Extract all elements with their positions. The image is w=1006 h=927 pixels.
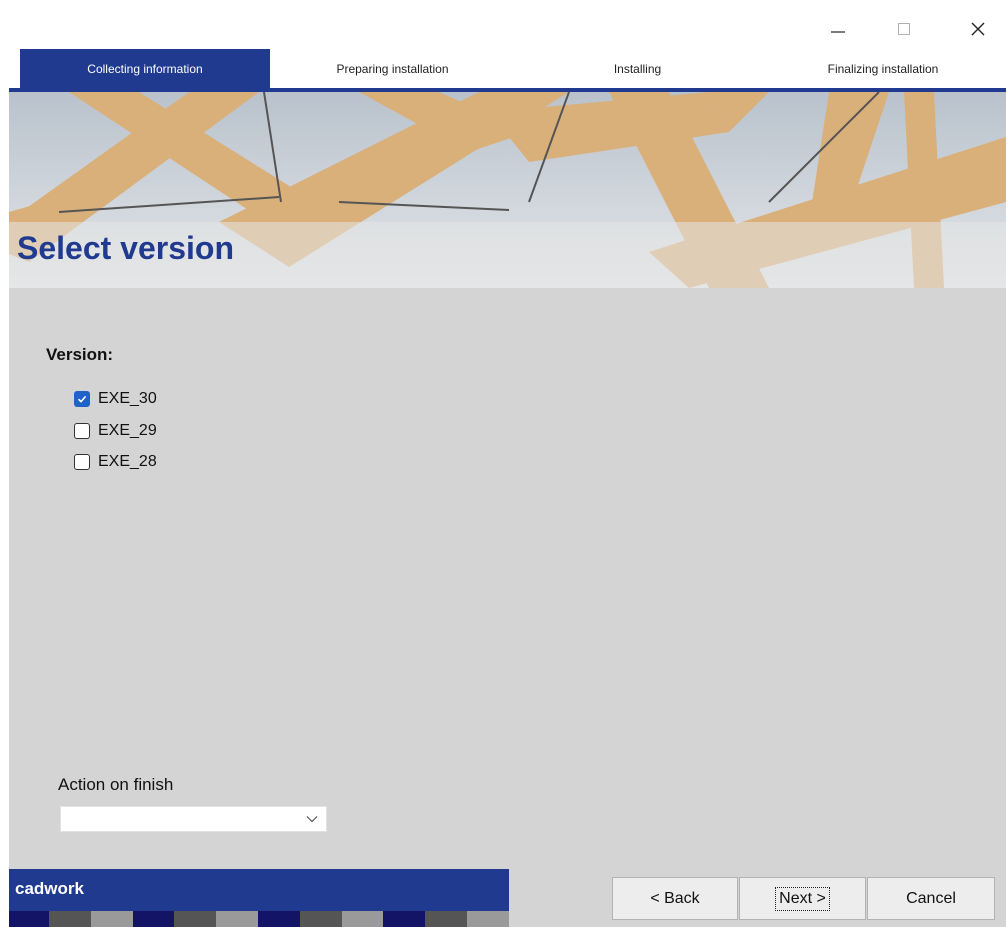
cancel-button-label: Cancel — [906, 889, 956, 907]
close-icon — [971, 22, 985, 36]
brand-stripe — [9, 911, 509, 927]
header-banner: Select version — [9, 92, 1006, 288]
action-on-finish-select[interactable] — [60, 806, 327, 832]
brand-bar: cadwork — [9, 869, 509, 911]
version-option-label: EXE_30 — [98, 390, 157, 407]
version-option-exe-30[interactable]: EXE_30 — [74, 387, 157, 411]
step-installing: Installing — [613, 61, 662, 76]
next-button[interactable]: Next > — [739, 877, 866, 920]
installer-window: Collecting information Preparing install… — [9, 9, 1006, 927]
checkbox-unchecked[interactable] — [74, 454, 90, 470]
version-option-exe-28[interactable]: EXE_28 — [74, 450, 157, 474]
step-preparing-installation: Preparing installation — [336, 61, 449, 76]
version-label: Version: — [46, 345, 114, 364]
progress-steps: Collecting information Preparing install… — [9, 49, 1006, 92]
back-button-label: < Back — [650, 889, 700, 907]
minimize-button[interactable] — [815, 9, 861, 49]
checkbox-checked[interactable] — [74, 391, 90, 407]
step-finalizing-installation: Finalizing installation — [827, 61, 939, 76]
brand-name: cadwork — [15, 879, 84, 898]
page-title: Select version — [17, 230, 234, 266]
checkbox-unchecked[interactable] — [74, 423, 90, 439]
chevron-down-icon — [306, 816, 318, 823]
minimize-icon — [831, 31, 845, 33]
version-option-label: EXE_28 — [98, 453, 157, 470]
step-collecting-information: Collecting information — [20, 49, 270, 88]
title-bar — [9, 9, 1006, 49]
version-option-label: EXE_29 — [98, 422, 157, 439]
maximize-button[interactable] — [881, 9, 927, 49]
next-button-label: Next > — [775, 886, 830, 911]
cancel-button[interactable]: Cancel — [867, 877, 995, 920]
maximize-icon — [898, 23, 910, 35]
close-button[interactable] — [955, 9, 1001, 49]
action-on-finish-label: Action on finish — [58, 775, 174, 794]
checkmark-icon — [77, 395, 87, 403]
back-button[interactable]: < Back — [612, 877, 738, 920]
version-option-exe-29[interactable]: EXE_29 — [74, 419, 157, 443]
